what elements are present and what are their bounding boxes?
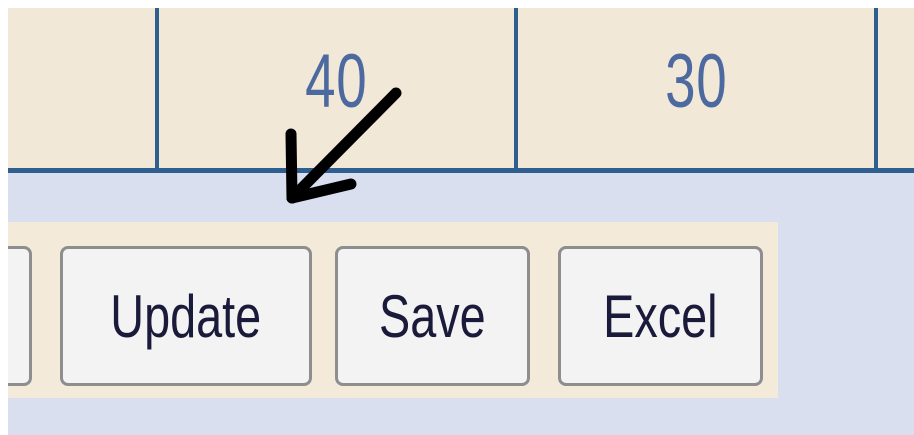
screenshot-viewport: 40 30 Update Save Excel xyxy=(8,8,914,435)
arrow-down-left-icon xyxy=(285,87,402,204)
